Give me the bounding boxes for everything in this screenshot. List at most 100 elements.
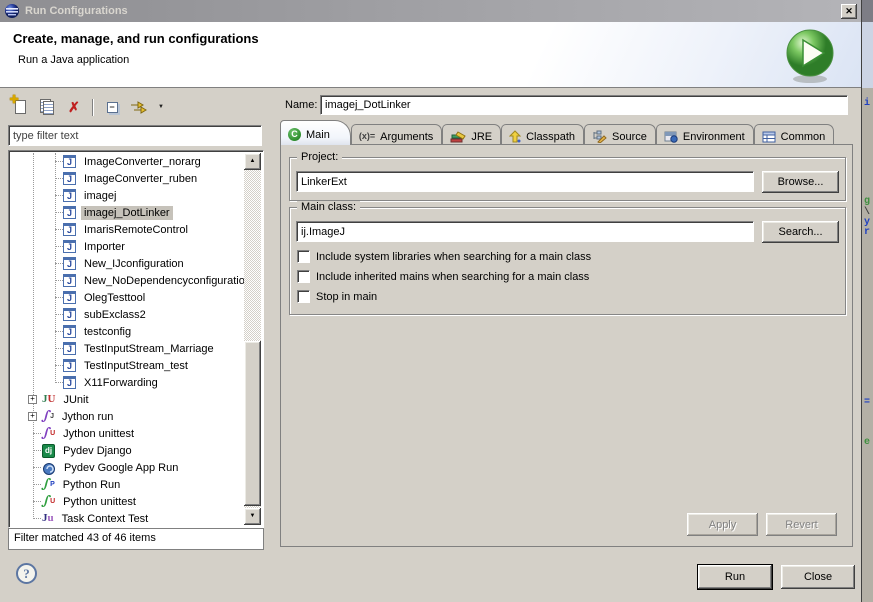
tree-item-label: JUnit bbox=[60, 393, 91, 407]
tree-item-label: Pydev Django bbox=[60, 444, 135, 458]
tree-connector bbox=[55, 348, 63, 349]
tree-item-subexclass2[interactable]: JsubExclass2 bbox=[11, 306, 244, 323]
filter-status: Filter matched 43 of 46 items bbox=[8, 528, 264, 550]
close-icon[interactable]: ✕ bbox=[841, 4, 857, 19]
run-configurations-dialog: Run Configurations ✕ Create, manage, and… bbox=[0, 0, 862, 602]
java-app-icon: J bbox=[63, 291, 76, 305]
junit-icon: JU bbox=[42, 393, 55, 407]
tree-connector bbox=[33, 518, 41, 519]
tree-connector bbox=[33, 433, 41, 434]
java-app-icon: J bbox=[63, 359, 76, 373]
filter-launch-configurations-button[interactable] bbox=[129, 97, 149, 117]
header-subtitle: Run a Java application bbox=[18, 54, 129, 66]
tree-item-imagej[interactable]: Jimagej bbox=[11, 187, 244, 204]
expand-toggle[interactable]: + bbox=[28, 395, 37, 404]
close-button[interactable]: Close bbox=[781, 565, 855, 589]
tree-item-imagej-dotlinker[interactable]: Jimagej_DotLinker bbox=[11, 204, 244, 221]
expand-toggle[interactable]: + bbox=[28, 412, 37, 421]
task-context-icon: Ju bbox=[42, 512, 54, 526]
common-tab-icon bbox=[762, 130, 776, 144]
main-class-input[interactable] bbox=[296, 221, 754, 242]
tab-common[interactable]: Common bbox=[754, 124, 835, 145]
configurations-tree: JImageConverter_norargJImageConverter_ru… bbox=[8, 150, 264, 528]
tab-label: Source bbox=[612, 131, 647, 143]
tree-item-junit[interactable]: + JU JUnit bbox=[11, 391, 244, 408]
checkbox-stop-in-main[interactable] bbox=[297, 290, 310, 303]
new-configuration-button[interactable]: ✚ bbox=[10, 97, 30, 117]
revert-button[interactable]: Revert bbox=[766, 513, 837, 536]
tree-item-jython-unittest[interactable]: ∫UJython unittest bbox=[11, 425, 244, 442]
tab-jre[interactable]: JRE bbox=[442, 124, 501, 145]
tab-bar: CMain (x)= Arguments JRE Classpath Source Envi… bbox=[280, 120, 853, 145]
project-input[interactable] bbox=[296, 171, 754, 192]
tab-environment[interactable]: Environment bbox=[656, 124, 754, 145]
tree-connector bbox=[55, 280, 63, 281]
name-label: Name: bbox=[285, 99, 317, 111]
title-bar[interactable]: Run Configurations ✕ bbox=[0, 0, 861, 22]
main-tab-icon: C bbox=[288, 128, 301, 142]
checkbox-label: Include inherited mains when searching f… bbox=[316, 271, 589, 283]
tab-classpath[interactable]: Classpath bbox=[501, 124, 584, 145]
arguments-tab-icon: (x)= bbox=[359, 130, 375, 144]
name-input[interactable] bbox=[320, 95, 848, 115]
tree-connector bbox=[55, 314, 63, 315]
python-unittest-icon: ∫U bbox=[42, 495, 55, 509]
delete-configuration-button[interactable]: ✗ bbox=[64, 97, 84, 117]
tree-item-olegtesttool[interactable]: JOlegTesttool bbox=[11, 289, 244, 306]
tree-item-label: subExclass2 bbox=[81, 308, 149, 322]
tab-source[interactable]: Source bbox=[584, 124, 656, 145]
tree-item-testinputstream-marriage[interactable]: JTestInputStream_Marriage bbox=[11, 340, 244, 357]
tree-item-new-nodependencyconfiguration[interactable]: JNew_NoDependencyconfiguration bbox=[11, 272, 244, 289]
background-text-fragment: = bbox=[864, 397, 870, 408]
tab-label: Common bbox=[781, 131, 826, 143]
tree-item-imarisremotecontrol[interactable]: JImarisRemoteControl bbox=[11, 221, 244, 238]
tree-item-importer[interactable]: JImporter bbox=[11, 238, 244, 255]
tree-item-imageconverter-ruben[interactable]: JImageConverter_ruben bbox=[11, 170, 244, 187]
main-class-group: Main class: Search... Include system lib… bbox=[289, 207, 846, 315]
filter-dropdown-button[interactable]: ▼ bbox=[156, 97, 166, 117]
tree-item-testconfig[interactable]: Jtestconfig bbox=[11, 323, 244, 340]
filter-input[interactable] bbox=[8, 125, 262, 146]
browse-button[interactable]: Browse... bbox=[762, 171, 839, 193]
tree-item-new-ijconfiguration[interactable]: JNew_IJconfiguration bbox=[11, 255, 244, 272]
project-group-label: Project: bbox=[297, 151, 342, 163]
python-run-icon: ∫P bbox=[42, 478, 55, 492]
header-banner: Create, manage, and run configurations R… bbox=[0, 22, 861, 88]
apply-button[interactable]: Apply bbox=[687, 513, 758, 536]
tree-item-x11forwarding[interactable]: JX11Forwarding bbox=[11, 374, 244, 391]
checkbox-include-system-libraries-when-searching-for-a-main-class[interactable] bbox=[297, 250, 310, 263]
checkbox-include-inherited-mains-when-searching-for-a-main-class[interactable] bbox=[297, 270, 310, 283]
duplicate-configuration-button[interactable] bbox=[37, 97, 57, 117]
jre-tab-icon bbox=[450, 130, 466, 144]
scroll-down-button[interactable]: ▼ bbox=[244, 508, 261, 525]
tree-connector bbox=[33, 450, 41, 451]
tree-item-python-unittest[interactable]: ∫UPython unittest bbox=[11, 493, 244, 510]
search-button[interactable]: Search... bbox=[762, 221, 839, 243]
tab-arguments[interactable]: (x)= Arguments bbox=[351, 124, 442, 145]
gae-icon bbox=[42, 461, 56, 475]
classpath-tab-icon bbox=[509, 130, 521, 144]
tree-connector bbox=[55, 331, 63, 332]
window-title: Run Configurations bbox=[25, 5, 841, 17]
collapse-all-button[interactable]: − bbox=[102, 97, 122, 117]
tree-connector bbox=[55, 229, 63, 230]
tree-item-jython-run[interactable]: +∫JJython run bbox=[11, 408, 244, 425]
tree-item-pydev-google-app-run[interactable]: Pydev Google App Run bbox=[11, 459, 244, 476]
scroll-thumb[interactable] bbox=[244, 341, 261, 506]
source-tab-icon bbox=[592, 130, 607, 144]
tree-item-imageconverter-norarg[interactable]: JImageConverter_norarg bbox=[11, 153, 244, 170]
scroll-up-button[interactable]: ▲ bbox=[244, 153, 261, 170]
tree-item-python-run[interactable]: ∫PPython Run bbox=[11, 476, 244, 493]
java-app-icon: J bbox=[63, 257, 76, 271]
tab-main[interactable]: CMain bbox=[280, 120, 351, 145]
tree-item-testinputstream-test[interactable]: JTestInputStream_test bbox=[11, 357, 244, 374]
help-button[interactable]: ? bbox=[16, 563, 37, 584]
tree-item-label: X11Forwarding bbox=[81, 376, 161, 390]
run-button[interactable]: Run bbox=[698, 565, 772, 589]
tree-item-task-context-test[interactable]: JuTask Context Test bbox=[11, 510, 244, 527]
java-app-icon: J bbox=[63, 240, 76, 254]
tree-scrollbar[interactable]: ▲ ▼ bbox=[244, 153, 261, 525]
tab-label: JRE bbox=[471, 131, 492, 143]
tree-item-pydev-django[interactable]: djPydev Django bbox=[11, 442, 244, 459]
tab-label: Arguments bbox=[380, 131, 433, 143]
